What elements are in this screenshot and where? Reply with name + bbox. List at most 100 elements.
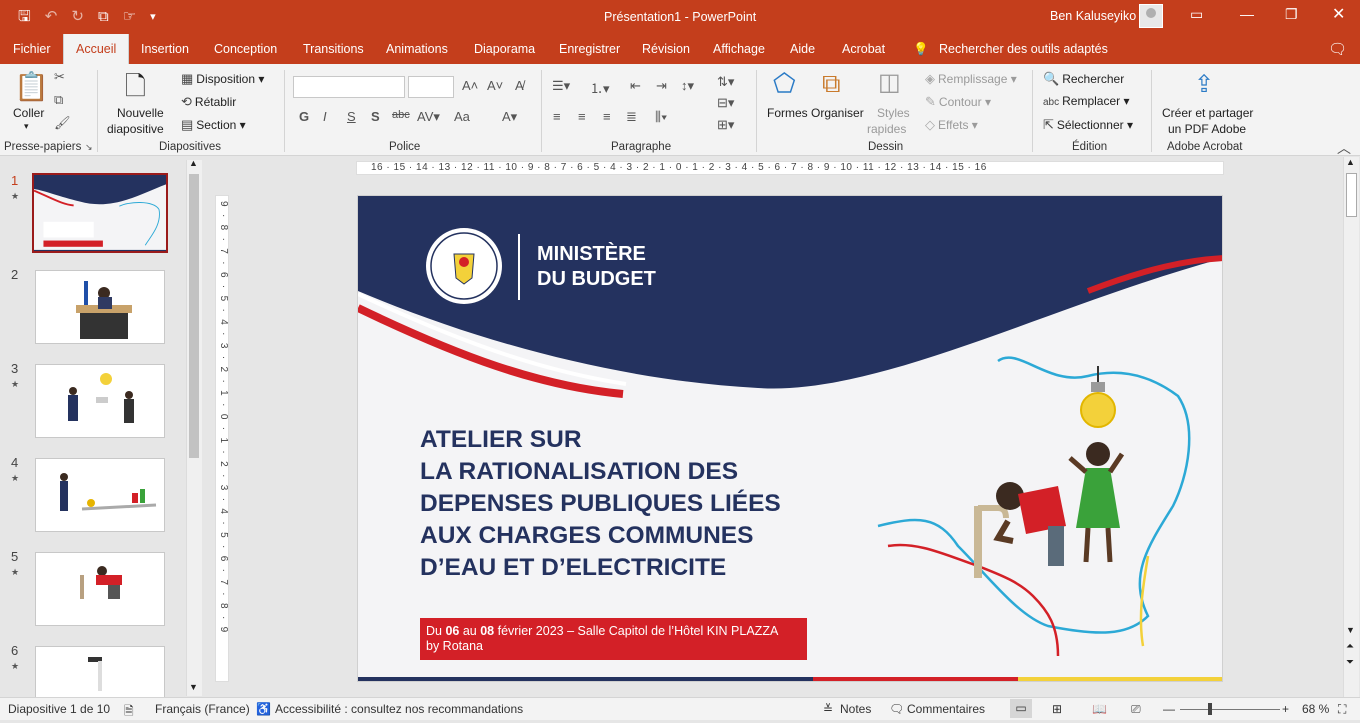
copy-icon[interactable]: ⧉ [54, 92, 63, 108]
editor-scrollbar[interactable]: ▲ ▼ ⏶ ⏷ [1343, 157, 1359, 697]
tab-transitions[interactable]: Transitions [303, 42, 364, 56]
slide-title[interactable]: ATELIER SUR LA RATIONALISATION DES DEPEN… [420, 424, 781, 584]
font-name-combo[interactable] [293, 76, 405, 98]
quick-styles-label[interactable]: Styles [877, 106, 910, 120]
close-icon[interactable]: ✕ [1332, 4, 1345, 24]
cut-icon[interactable]: ✂ [54, 69, 65, 85]
grow-font-icon[interactable]: A˄ [462, 78, 478, 93]
tab-fichier[interactable]: Fichier [13, 42, 51, 56]
tab-diaporama[interactable]: Diaporama [474, 42, 535, 56]
dialog-launcher-icon[interactable]: ↘ [85, 142, 93, 153]
change-case-button[interactable]: Aa [454, 109, 470, 124]
slideshow-icon[interactable]: ⎚ [1131, 702, 1141, 717]
tab-affichage[interactable]: Affichage [713, 42, 765, 56]
collapse-ribbon-icon[interactable]: ︿ [1337, 138, 1351, 158]
zoom-out-icon[interactable]: — [1163, 702, 1175, 716]
scroll-up-icon[interactable]: ▲ [189, 158, 198, 168]
arrange-button[interactable]: Organiser [811, 106, 864, 120]
tab-enregistrer[interactable]: Enregistrer [559, 42, 620, 56]
strikethrough-button[interactable]: abc [392, 109, 410, 121]
create-pdf-icon[interactable]: ⇪ [1194, 70, 1214, 99]
accessibility-icon[interactable]: ♿ [256, 702, 271, 716]
arrange-icon[interactable]: ⧉ [822, 68, 841, 100]
tab-insertion[interactable]: Insertion [141, 42, 189, 56]
shadow-button[interactable]: S [371, 109, 380, 124]
scroll-thumb[interactable] [1346, 173, 1357, 217]
format-painter-icon[interactable]: 🖌 [54, 115, 71, 131]
avatar[interactable] [1139, 4, 1163, 28]
minimize-icon[interactable]: — [1240, 6, 1254, 22]
create-pdf-label-2[interactable]: un PDF Adobe [1168, 122, 1246, 136]
scroll-down-icon[interactable]: ▼ [189, 682, 198, 692]
smartart-icon[interactable]: ⊞▾ [717, 117, 734, 133]
align-center-icon[interactable]: ≡ [578, 109, 586, 124]
redo-icon[interactable]: ↻ [71, 8, 84, 26]
slide-thumbnail-2[interactable] [35, 270, 165, 344]
fit-to-window-icon[interactable]: ⛶ [1338, 702, 1346, 717]
font-color-icon[interactable]: A▾ [502, 109, 517, 125]
zoom-slider[interactable] [1180, 709, 1280, 710]
date-banner[interactable]: Du 06 au 08 février 2023 – Salle Capitol… [420, 618, 807, 660]
reset-button[interactable]: ⟲ Rétablir [181, 94, 236, 110]
align-right-icon[interactable]: ≡ [603, 109, 611, 124]
increase-indent-icon[interactable]: ⇥ [656, 78, 667, 94]
bold-button[interactable]: G [299, 109, 309, 124]
new-slide-label-2[interactable]: diapositive [107, 122, 164, 136]
customize-qat-icon[interactable]: ▾ [150, 8, 156, 26]
tab-aide[interactable]: Aide [790, 42, 815, 56]
zoom-slider-thumb[interactable] [1208, 703, 1212, 715]
bullets-icon[interactable]: ☰▾ [552, 78, 570, 94]
scroll-up-icon[interactable]: ▲ [1346, 157, 1355, 167]
tell-me-search[interactable]: Rechercher des outils adaptés [939, 42, 1108, 56]
new-slide-label[interactable]: Nouvelle [117, 106, 164, 120]
font-size-combo[interactable] [408, 76, 454, 98]
decrease-indent-icon[interactable]: ⇤ [630, 78, 641, 94]
previous-slide-icon[interactable]: ⏶ [1346, 641, 1354, 652]
maximize-icon[interactable]: ❐ [1285, 6, 1298, 23]
notes-icon[interactable]: ≚ [823, 702, 833, 716]
save-icon[interactable]: 🖫 [18, 8, 31, 26]
normal-view-icon[interactable]: ▭ [1010, 699, 1032, 718]
ribbon-display-icon[interactable]: ▭ [1190, 6, 1203, 23]
align-left-icon[interactable]: ≡ [553, 109, 561, 124]
tab-conception[interactable]: Conception [214, 42, 277, 56]
chevron-down-icon[interactable]: ▾ [24, 121, 29, 132]
scroll-thumb[interactable] [189, 174, 199, 458]
shape-fill-button[interactable]: ◈ Remplissage ▾ [925, 71, 1017, 87]
align-text-icon[interactable]: ⊟▾ [717, 95, 734, 111]
shape-effects-button[interactable]: ◇ Effets ▾ [925, 117, 978, 133]
tab-acrobat[interactable]: Acrobat [842, 42, 885, 56]
find-button[interactable]: 🔍 Rechercher [1043, 71, 1124, 87]
numbering-icon[interactable]: ⒈▾ [590, 78, 610, 97]
paste-icon[interactable]: 📋 [14, 70, 49, 103]
quick-styles-icon[interactable]: ◫ [878, 68, 901, 97]
tab-revision[interactable]: Révision [642, 42, 690, 56]
zoom-level[interactable]: 68 % [1302, 702, 1329, 716]
shrink-font-icon[interactable]: A˅ [487, 78, 503, 93]
slide-thumbnail-5[interactable] [35, 552, 165, 626]
presentation-icon[interactable]: ⧉ [98, 8, 109, 26]
slide-thumbnail-6[interactable] [35, 646, 165, 697]
columns-icon[interactable]: ⫼▾ [655, 109, 667, 125]
paste-button[interactable]: Coller [13, 106, 44, 120]
text-direction-icon[interactable]: ⇅▾ [717, 74, 734, 90]
slide-canvas[interactable]: MINISTÈRE DU BUDGET ATELIER SUR LA RATIO… [357, 195, 1223, 682]
shapes-button[interactable]: Formes [767, 106, 808, 120]
thumbnail-scrollbar[interactable]: ▲ ▼ [186, 158, 202, 696]
comments-icon[interactable]: 🗨 [1328, 40, 1347, 58]
comments-status-icon[interactable]: 🗨 [889, 702, 904, 716]
clear-format-icon[interactable]: A̸ [515, 78, 524, 93]
slide-sorter-icon[interactable]: ⊞ [1052, 702, 1062, 716]
italic-button[interactable]: I [323, 109, 327, 124]
slide-thumbnail-4[interactable] [35, 458, 165, 532]
next-slide-icon[interactable]: ⏷ [1346, 657, 1354, 668]
line-spacing-icon[interactable]: ↕▾ [681, 78, 694, 94]
scroll-down-icon[interactable]: ▼ [1346, 625, 1355, 635]
create-pdf-button[interactable]: Créer et partager [1162, 106, 1253, 120]
layout-button[interactable]: ▦ Disposition ▾ [181, 71, 264, 87]
accessibility-button[interactable]: Accessibilité : consultez nos recommanda… [275, 702, 523, 716]
reading-view-icon[interactable]: 📖 [1092, 702, 1107, 716]
char-spacing-icon[interactable]: AV▾ [417, 109, 440, 125]
replace-button[interactable]: abc Remplacer ▾ [1043, 94, 1130, 108]
slide-thumbnail-3[interactable] [35, 364, 165, 438]
